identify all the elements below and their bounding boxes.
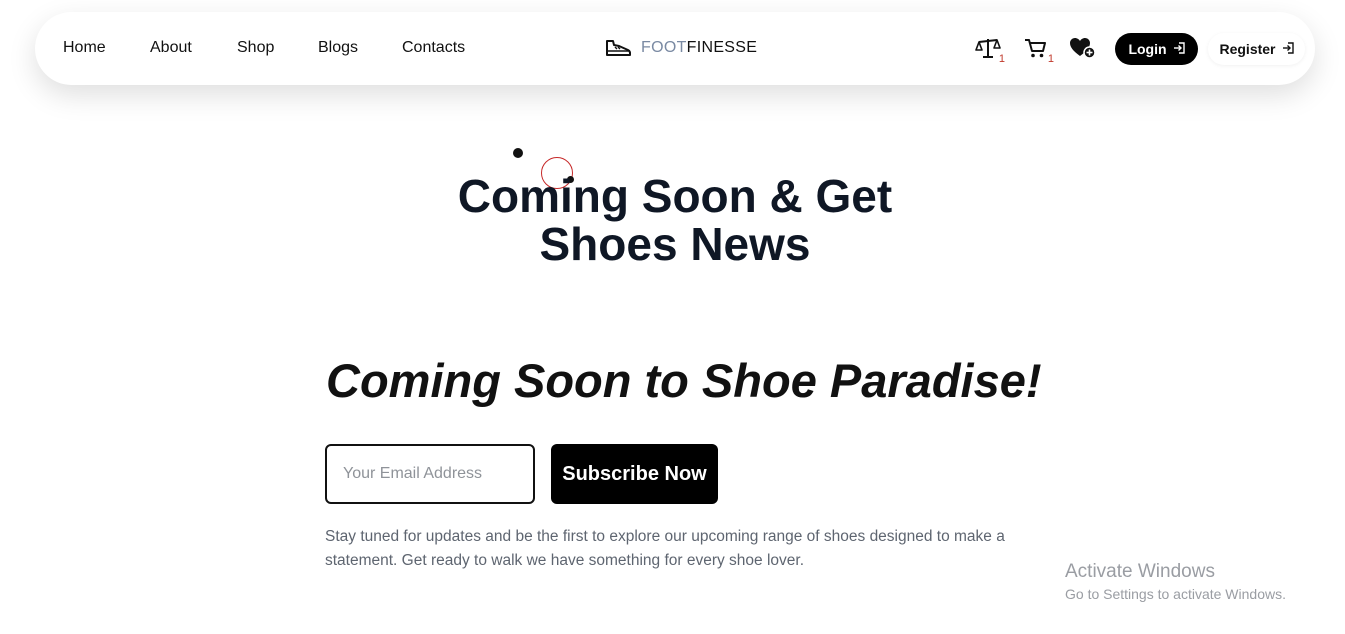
- cart-button[interactable]: 1: [1024, 36, 1054, 65]
- compare-count-badge: 1: [998, 53, 1005, 65]
- register-label: Register: [1219, 41, 1276, 57]
- cart-count-badge: 1: [1047, 53, 1054, 65]
- compare-button[interactable]: 1: [975, 36, 1005, 65]
- navbar: Home About Shop Blogs Contacts FOOTFINES…: [35, 12, 1315, 85]
- brand-name-light: FOOT: [641, 39, 687, 56]
- hero-title: Coming Soon & Get Shoes News: [400, 172, 950, 268]
- login-button[interactable]: Login: [1115, 33, 1198, 65]
- promo-description: Stay tuned for updates and be the first …: [325, 528, 1005, 569]
- brand-name: FOOTFINESSE: [641, 39, 757, 57]
- brand-name-dark: FINESSE: [686, 39, 758, 56]
- brand-logo[interactable]: FOOTFINESSE: [605, 38, 757, 58]
- heart-plus-icon: [1069, 36, 1097, 60]
- decorative-dot: [513, 148, 523, 158]
- register-button[interactable]: Register: [1208, 33, 1305, 65]
- sneaker-icon: [605, 38, 631, 58]
- wishlist-button[interactable]: [1069, 36, 1097, 62]
- nav-link-about[interactable]: About: [150, 39, 192, 57]
- page: Home About Shop Blogs Contacts FOOTFINES…: [0, 0, 1345, 634]
- login-label: Login: [1128, 41, 1167, 57]
- email-input[interactable]: [325, 444, 535, 504]
- activate-windows-subtitle: Go to Settings to activate Windows.: [1065, 586, 1286, 602]
- register-arrow-icon: [1282, 41, 1294, 57]
- hero-title-line-2: Shoes News: [539, 218, 811, 270]
- nav-link-blogs[interactable]: Blogs: [318, 39, 358, 57]
- promo-title: Coming Soon to Shoe Paradise!: [326, 354, 1042, 407]
- nav-link-home[interactable]: Home: [63, 39, 106, 57]
- nav-link-contacts[interactable]: Contacts: [402, 39, 465, 57]
- nav-link-shop[interactable]: Shop: [237, 39, 274, 57]
- subscribe-button[interactable]: Subscribe Now: [551, 444, 718, 504]
- activate-windows-title: Activate Windows: [1065, 561, 1215, 582]
- login-arrow-icon: [1173, 41, 1185, 57]
- hero-title-line-1: Coming Soon & Get: [457, 170, 893, 222]
